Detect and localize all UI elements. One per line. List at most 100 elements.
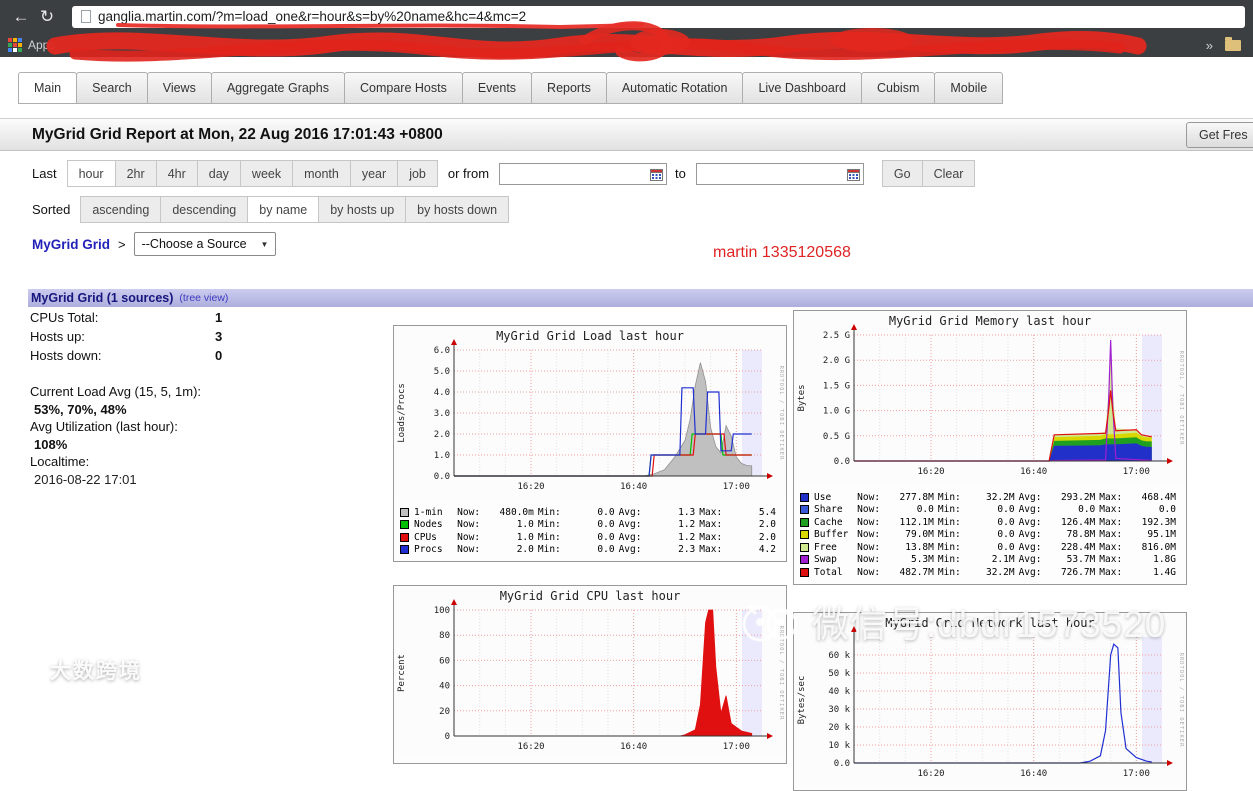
legend-avg: Avg: 78.8M bbox=[1018, 529, 1096, 541]
sort-button[interactable]: ascending bbox=[80, 196, 162, 223]
apps-label[interactable]: Apps bbox=[28, 38, 55, 52]
svg-text:20 k: 20 k bbox=[828, 723, 850, 733]
range-button-label: 4hr bbox=[167, 166, 186, 181]
legend-swatch bbox=[800, 567, 809, 577]
legend-max: Max: 1.8G bbox=[1099, 554, 1176, 566]
tab-label: Events bbox=[477, 81, 517, 95]
stat-label: CPUs Total: bbox=[30, 310, 99, 325]
legend-max: Max: 816.0M bbox=[1099, 541, 1176, 553]
tab[interactable]: Events bbox=[461, 72, 533, 104]
range-button[interactable]: year bbox=[349, 160, 399, 187]
get-fresh-data-button[interactable]: Get Fres bbox=[1186, 122, 1253, 148]
range-button[interactable]: 2hr bbox=[114, 160, 157, 187]
bookmarks-folder-icon[interactable] bbox=[1225, 36, 1241, 51]
back-icon[interactable]: ← bbox=[8, 7, 34, 27]
legend-avg: Avg: 53.7M bbox=[1018, 554, 1096, 566]
svg-text:0.0: 0.0 bbox=[834, 457, 850, 467]
legend-now: Now: 0.0 bbox=[857, 504, 934, 516]
legend-series-name: Share bbox=[814, 504, 843, 516]
from-date-input[interactable] bbox=[499, 162, 668, 185]
svg-text:RRDTOOL / TOBI OETIKER: RRDTOOL / TOBI OETIKER bbox=[778, 626, 784, 721]
sort-button[interactable]: by hosts up bbox=[318, 196, 407, 223]
section-title: MyGrid Grid (1 sources) bbox=[31, 291, 174, 305]
tab[interactable]: Search bbox=[76, 72, 148, 104]
range-button[interactable]: month bbox=[292, 160, 351, 187]
sort-button[interactable]: by hosts down bbox=[405, 196, 510, 223]
legend-min: Min: 0.0 bbox=[537, 506, 615, 518]
legend-avg: Avg: 126.4M bbox=[1018, 516, 1096, 528]
legend-row: Total Now: 482.7M Min: 32.2M Avg: 726.7M Max: 1.… bbox=[800, 566, 1180, 579]
tab-bar: Main Search Views Aggregate Graphs Compa… bbox=[18, 72, 1004, 104]
source-select-value: --Choose a Source bbox=[141, 237, 247, 251]
legend-min: Min: 32.2M bbox=[937, 566, 1015, 578]
tab[interactable]: Views bbox=[146, 72, 212, 104]
url-input[interactable] bbox=[98, 9, 1245, 24]
go-button[interactable]: Go bbox=[881, 160, 923, 187]
legend-now: Now: 79.0M bbox=[857, 529, 934, 541]
legend-swatch bbox=[400, 545, 409, 555]
calendar-icon[interactable] bbox=[846, 168, 860, 181]
range-button[interactable]: job bbox=[397, 160, 438, 187]
svg-text:MyGrid Grid Memory last hour: MyGrid Grid Memory last hour bbox=[889, 314, 1091, 328]
tree-view-link[interactable]: (tree view) bbox=[179, 292, 228, 304]
sort-button[interactable]: by name bbox=[247, 196, 320, 223]
svg-text:1.0 G: 1.0 G bbox=[823, 407, 850, 417]
range-button-label: hour bbox=[78, 166, 104, 181]
apps-grid-icon[interactable] bbox=[8, 38, 22, 52]
page-title: MyGrid Grid Report at Mon, 22 Aug 2016 1… bbox=[32, 126, 443, 143]
legend-avg: Avg: 2.3 bbox=[618, 544, 696, 556]
tab-label: Compare Hosts bbox=[359, 81, 447, 95]
range-button-label: day bbox=[208, 166, 229, 181]
svg-text:16:20: 16:20 bbox=[917, 769, 944, 779]
range-button[interactable]: week bbox=[239, 160, 294, 187]
overflow-chevron-icon[interactable]: » bbox=[1206, 38, 1213, 53]
sort-button-label: by hosts down bbox=[417, 202, 498, 217]
sorted-label: Sorted bbox=[32, 202, 71, 217]
network-chart[interactable]: MyGrid Grid Network last hour 0.0 10 k 20 k… bbox=[793, 612, 1187, 791]
tab[interactable]: Mobile bbox=[934, 72, 1004, 104]
svg-text:3.0: 3.0 bbox=[434, 409, 450, 419]
range-button[interactable]: hour bbox=[66, 160, 116, 187]
svg-text:16:40: 16:40 bbox=[1020, 467, 1047, 477]
to-date-input[interactable] bbox=[695, 162, 864, 185]
clear-button[interactable]: Clear bbox=[921, 160, 976, 187]
cpu-chart[interactable]: MyGrid Grid CPU last hour 0 20 40 60 80 100 16:… bbox=[393, 585, 787, 764]
range-button[interactable]: 4hr bbox=[155, 160, 198, 187]
stats-table: CPUs Total: 1 Hosts up: 3 Hosts down: 0 bbox=[30, 308, 370, 365]
url-bar[interactable] bbox=[72, 5, 1245, 28]
legend-row: Use Now: 277.8M Min: 32.2M Avg: 293.2M Max: 468.… bbox=[800, 491, 1180, 504]
tab[interactable]: Main bbox=[18, 72, 78, 104]
load-chart[interactable]: MyGrid Grid Load last hour 0.0 1.0 2.0 3.0 4.… bbox=[393, 325, 787, 562]
legend-swatch bbox=[800, 542, 809, 552]
grid-link[interactable]: MyGrid Grid bbox=[32, 237, 110, 252]
tab[interactable]: Reports bbox=[531, 72, 607, 104]
stat-value: 108% bbox=[34, 437, 68, 452]
stat-value: 1 bbox=[215, 310, 223, 325]
stat-value: 2016-08-22 17:01 bbox=[34, 472, 137, 487]
source-select[interactable]: --Choose a Source ▼ bbox=[133, 232, 277, 256]
chart-legend: Use Now: 277.8M Min: 32.2M Avg: 293.2M Max: 468.… bbox=[794, 488, 1186, 584]
range-button[interactable]: day bbox=[196, 160, 241, 187]
tab[interactable]: Aggregate Graphs bbox=[210, 72, 345, 104]
memory-chart[interactable]: MyGrid Grid Memory last hour 0.0 0.5 G 1.0 … bbox=[793, 310, 1187, 585]
refresh-icon[interactable]: ↻ bbox=[34, 7, 60, 27]
svg-text:1.5 G: 1.5 G bbox=[823, 381, 850, 391]
chart-canvas: MyGrid Grid Load last hour 0.0 1.0 2.0 3.0 4.… bbox=[394, 326, 786, 498]
range-button-label: year bbox=[361, 166, 387, 181]
svg-text:40: 40 bbox=[439, 682, 450, 692]
sort-button[interactable]: descending bbox=[160, 196, 249, 223]
tab[interactable]: Live Dashboard bbox=[742, 72, 862, 104]
tab-label: Reports bbox=[547, 81, 591, 95]
stat-row: CPUs Total: 1 bbox=[30, 308, 370, 327]
svg-text:6.0: 6.0 bbox=[434, 346, 450, 356]
sort-button-label: descending bbox=[172, 202, 237, 217]
calendar-icon[interactable] bbox=[650, 168, 664, 181]
legend-min: Min: 0.0 bbox=[937, 529, 1015, 541]
tab[interactable]: Compare Hosts bbox=[343, 72, 463, 104]
tab[interactable]: Automatic Rotation bbox=[605, 72, 744, 104]
legend-swatch bbox=[400, 520, 409, 530]
legend-series-name: Nodes bbox=[414, 519, 443, 531]
tab[interactable]: Cubism bbox=[861, 72, 936, 104]
svg-text:30 k: 30 k bbox=[828, 705, 850, 715]
legend-now: Now: 112.1M bbox=[857, 516, 934, 528]
